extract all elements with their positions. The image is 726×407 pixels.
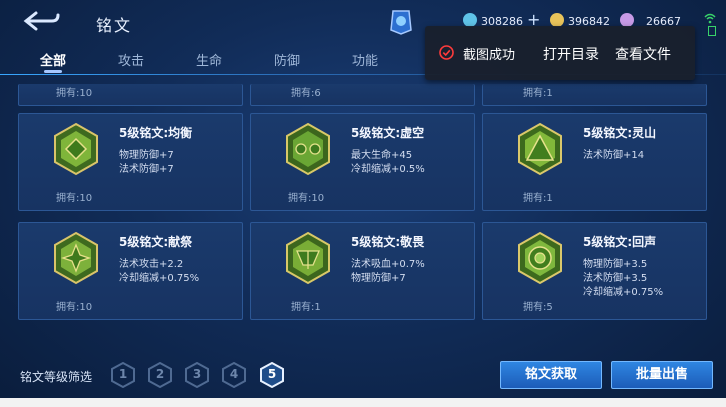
- coupon-icon: [463, 13, 477, 27]
- level-number: 1: [118, 367, 128, 381]
- back-arrow-icon[interactable]: [22, 10, 62, 32]
- inscription-card[interactable]: 5级铭文:虚空 最大生命+45 冷却缩减+0.5% 拥有:10: [250, 113, 475, 211]
- inscription-name: 5级铭文:敬畏: [351, 235, 425, 249]
- level-filter-1[interactable]: 1: [111, 361, 135, 389]
- inscription-attr: 法术吸血+0.7%: [351, 259, 425, 270]
- battery-icon: [708, 26, 716, 36]
- inscription-attr: 冷却缩减+0.75%: [119, 273, 200, 284]
- level-filter-2[interactable]: 2: [148, 361, 172, 389]
- inscription-card[interactable]: 拥有:10: [18, 84, 243, 106]
- gem-balance-icon: [54, 122, 98, 176]
- gem-mountain-icon: [518, 122, 562, 176]
- inscription-card[interactable]: 拥有:1: [482, 84, 707, 106]
- open-directory-link[interactable]: 打开目录: [543, 44, 599, 64]
- tab-function[interactable]: 功能: [352, 50, 378, 69]
- inscription-name: 5级铭文:献祭: [119, 235, 193, 249]
- owned-count: 拥有:10: [56, 88, 93, 99]
- tab-life[interactable]: 生命: [196, 50, 222, 69]
- inscription-attr: 法术防御+7: [119, 164, 174, 175]
- owned-count: 拥有:10: [56, 302, 93, 313]
- level-number: 2: [155, 367, 165, 381]
- level-number: 4: [229, 367, 239, 381]
- inscription-attr: 冷却缩减+0.5%: [351, 164, 425, 175]
- tab-defense[interactable]: 防御: [274, 50, 300, 69]
- owned-count: 拥有:1: [523, 193, 553, 204]
- inscription-attr: 冷却缩减+0.75%: [583, 287, 664, 298]
- inscription-attr: 物理防御+3.5: [583, 259, 648, 270]
- inscription-name: 5级铭文:回声: [583, 235, 657, 249]
- page-title: 铭文: [96, 16, 133, 35]
- wifi-icon: [704, 13, 716, 24]
- tab-attack[interactable]: 攻击: [118, 50, 144, 69]
- owned-count: 拥有:1: [291, 302, 321, 313]
- inscription-attr: 法术攻击+2.2: [119, 259, 184, 270]
- owned-count: 拥有:6: [291, 88, 321, 99]
- tab-all[interactable]: 全部: [40, 50, 66, 69]
- inscription-attr: 最大生命+45: [351, 150, 413, 161]
- inscription-name: 5级铭文:灵山: [583, 126, 657, 140]
- inscription-card[interactable]: 5级铭文:均衡 物理防御+7 法术防御+7 拥有:10: [18, 113, 243, 211]
- gem-echo-icon: [518, 231, 562, 285]
- level-number: 5: [267, 367, 277, 381]
- level-filter-5[interactable]: 5: [260, 361, 284, 389]
- inscription-attr: 法术防御+3.5: [583, 273, 648, 284]
- inscription-attr: 物理防御+7: [351, 273, 406, 284]
- gem-awe-icon: [286, 231, 330, 285]
- gem-icon: [620, 13, 634, 27]
- bottom-bar: 铭文等级筛选 1 2 3 4 5 铭文获取 批量出售: [0, 352, 726, 398]
- inscription-attr: 法术防御+14: [583, 150, 645, 161]
- owned-count: 拥有:5: [523, 302, 553, 313]
- inscription-card[interactable]: 5级铭文:献祭 法术攻击+2.2 冷却缩减+0.75% 拥有:10: [18, 222, 243, 320]
- inscription-card[interactable]: 拥有:6: [250, 84, 475, 106]
- screen-bottom-edge: [0, 398, 726, 407]
- inscription-attr: 物理防御+7: [119, 150, 174, 161]
- gem-void-icon: [286, 122, 330, 176]
- bulk-sell-button[interactable]: 批量出售: [611, 361, 713, 389]
- view-file-link[interactable]: 查看文件: [615, 44, 671, 64]
- level-filter-3[interactable]: 3: [185, 361, 209, 389]
- gem-sacrifice-icon: [54, 231, 98, 285]
- owned-count: 拥有:10: [56, 193, 93, 204]
- badge-icon[interactable]: [388, 8, 414, 36]
- level-filter-4[interactable]: 4: [222, 361, 246, 389]
- inscription-name: 5级铭文:虚空: [351, 126, 425, 140]
- active-tab-indicator: [44, 70, 62, 73]
- level-number: 3: [192, 367, 202, 381]
- owned-count: 拥有:1: [523, 88, 553, 99]
- level-filter-label: 铭文等级筛选: [20, 370, 93, 384]
- gold-coin-icon: [550, 13, 564, 27]
- inscription-card[interactable]: 5级铭文:灵山 法术防御+14 拥有:1: [482, 113, 707, 211]
- owned-count: 拥有:10: [288, 193, 325, 204]
- check-circle-icon: [439, 45, 454, 60]
- screenshot-toast: 截图成功 打开目录 查看文件: [425, 26, 695, 80]
- inscription-card[interactable]: 5级铭文:回声 物理防御+3.5 法术防御+3.5 冷却缩减+0.75% 拥有:…: [482, 222, 707, 320]
- inscription-name: 5级铭文:均衡: [119, 126, 193, 140]
- obtain-inscription-button[interactable]: 铭文获取: [500, 361, 602, 389]
- toast-message: 截图成功: [463, 48, 516, 63]
- inscription-card[interactable]: 5级铭文:敬畏 法术吸血+0.7% 物理防御+7 拥有:1: [250, 222, 475, 320]
